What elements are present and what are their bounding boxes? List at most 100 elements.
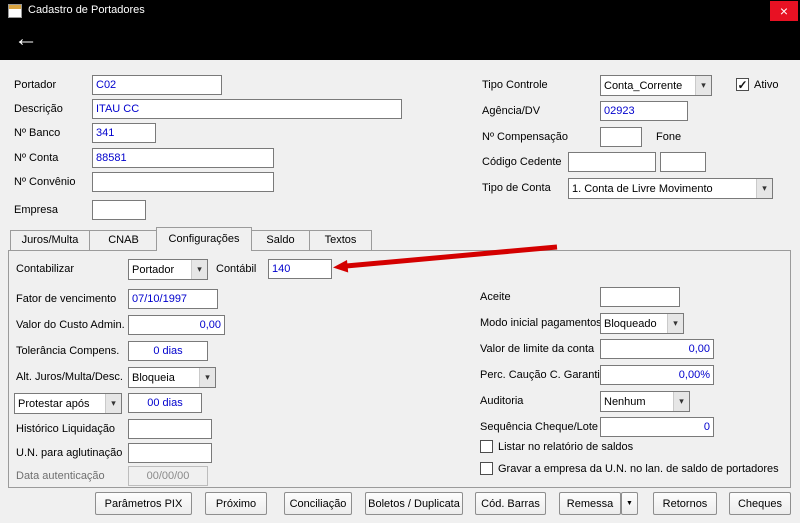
parametros-pix-button[interactable]: Parâmetros PIX — [95, 492, 192, 515]
descricao-input[interactable] — [92, 99, 402, 119]
historico-label: Histórico Liquidação — [16, 423, 116, 435]
retornos-button[interactable]: Retornos — [653, 492, 717, 515]
ativo-checkbox[interactable]: ✓ Ativo — [736, 78, 778, 91]
tipo-conta-select[interactable]: 1. Conta de Livre Movimento ▾ — [568, 178, 773, 199]
agencia-input[interactable] — [600, 101, 688, 121]
fone-input[interactable] — [660, 152, 706, 172]
modo-pagamentos-value: Bloqueado — [604, 317, 657, 330]
titlebar: Cadastro de Portadores × — [0, 0, 800, 22]
custo-admin-label: Valor do Custo Admin. — [16, 319, 125, 331]
fone-label: Fone — [656, 131, 682, 143]
protestar-dias-input[interactable] — [128, 393, 202, 413]
portador-label: Portador — [14, 79, 57, 91]
ativo-label: Ativo — [754, 78, 779, 91]
boletos-duplicata-button[interactable]: Boletos / Duplicata — [365, 492, 463, 515]
descricao-label: Descrição — [14, 103, 63, 115]
chevron-down-icon: ▾ — [105, 394, 121, 413]
remessa-button[interactable]: Remessa — [559, 492, 621, 515]
tab-configuracoes[interactable]: Configurações — [156, 227, 252, 251]
navbar: ← — [0, 22, 800, 60]
custo-admin-input[interactable] — [128, 315, 225, 335]
aceite-input[interactable] — [600, 287, 680, 307]
data-autenticacao-label: Data autenticação — [16, 470, 105, 482]
alt-juros-label: Alt. Juros/Multa/Desc. — [16, 371, 123, 383]
cedente-label: Código Cedente — [482, 156, 562, 168]
limite-conta-label: Valor de limite da conta — [480, 343, 595, 355]
tab-cnab[interactable]: CNAB — [89, 230, 158, 250]
gravar-empresa-checkbox[interactable]: Gravar a empresa da U.N. no lan. de sald… — [480, 462, 779, 475]
chevron-down-icon: ▾ — [695, 76, 711, 95]
agencia-label: Agência/DV — [482, 105, 541, 117]
tipo-conta-value: 1. Conta de Livre Movimento — [572, 182, 713, 195]
tab-textos[interactable]: Textos — [309, 230, 372, 250]
un-aglutinacao-input[interactable] — [128, 443, 212, 463]
sequencia-input[interactable] — [600, 417, 714, 437]
convenio-input[interactable] — [92, 172, 274, 192]
tolerancia-input[interactable] — [128, 341, 208, 361]
contabilizar-select[interactable]: Portador ▾ — [128, 259, 208, 280]
auditoria-value: Nenhum — [604, 395, 646, 408]
chevron-down-icon: ▾ — [199, 368, 215, 387]
chevron-down-icon: ▾ — [673, 392, 689, 411]
chevron-down-icon: ▾ — [667, 314, 683, 333]
checkbox-unchecked-icon — [480, 462, 493, 475]
back-button[interactable]: ← — [14, 25, 38, 53]
banco-label: Nº Banco — [14, 127, 61, 139]
historico-input[interactable] — [128, 419, 212, 439]
modo-pagamentos-select[interactable]: Bloqueado ▾ — [600, 313, 684, 334]
listar-saldos-checkbox[interactable]: Listar no relatório de saldos — [480, 440, 633, 453]
fator-vencimento-input[interactable] — [128, 289, 218, 309]
chevron-down-icon: ▾ — [756, 179, 772, 198]
empresa-input[interactable] — [92, 200, 146, 220]
checkbox-checked-icon: ✓ — [736, 77, 749, 92]
fator-vencimento-label: Fator de vencimento — [16, 293, 117, 305]
listar-saldos-label: Listar no relatório de saldos — [498, 440, 634, 453]
protestar-select[interactable]: Protestar após ▾ — [14, 393, 122, 414]
gravar-empresa-label: Gravar a empresa da U.N. no lan. de sald… — [498, 462, 779, 475]
compensacao-input[interactable] — [600, 127, 642, 147]
cod-barras-button[interactable]: Cód. Barras — [475, 492, 546, 515]
conciliacao-button[interactable]: Conciliação — [284, 492, 352, 515]
caucao-input[interactable] — [600, 365, 714, 385]
dropdown-arrow-icon: ▼ — [626, 500, 633, 507]
tipo-controle-value: Conta_Corrente — [604, 79, 683, 92]
tipo-controle-select[interactable]: Conta_Corrente ▾ — [600, 75, 712, 96]
tipo-conta-label: Tipo de Conta — [482, 182, 551, 194]
alt-juros-value: Bloqueia — [132, 371, 175, 384]
close-button[interactable]: × — [770, 1, 798, 21]
tipo-controle-label: Tipo Controle — [482, 79, 548, 91]
window-title: Cadastro de Portadores — [28, 4, 145, 16]
un-aglutinacao-label: U.N. para aglutinação — [16, 447, 123, 459]
window: Cadastro de Portadores × ← Portador Desc… — [0, 0, 800, 523]
alt-juros-select[interactable]: Bloqueia ▾ — [128, 367, 216, 388]
caucao-label: Perc. Caução C. Garantida — [480, 369, 613, 381]
chevron-down-icon: ▾ — [191, 260, 207, 279]
data-autenticacao-input — [128, 466, 208, 486]
empresa-label: Empresa — [14, 204, 59, 216]
contabilizar-label: Contabilizar — [16, 263, 75, 275]
contabil-label: Contábil — [216, 263, 257, 275]
convenio-label: Nº Convênio — [14, 176, 76, 188]
contabil-input[interactable] — [268, 259, 332, 279]
conta-input[interactable] — [92, 148, 274, 168]
checkbox-unchecked-icon — [480, 440, 493, 453]
limite-conta-input[interactable] — [600, 339, 714, 359]
portador-input[interactable] — [92, 75, 222, 95]
app-icon — [8, 4, 22, 18]
auditoria-label: Auditoria — [480, 395, 524, 407]
protestar-value: Protestar após — [18, 397, 90, 410]
cedente-input[interactable] — [568, 152, 656, 172]
proximo-button[interactable]: Próximo — [205, 492, 267, 515]
close-icon: × — [779, 3, 789, 19]
aceite-label: Aceite — [480, 291, 511, 303]
conta-label: Nº Conta — [14, 152, 59, 164]
auditoria-select[interactable]: Nenhum ▾ — [600, 391, 690, 412]
tab-saldo[interactable]: Saldo — [251, 230, 310, 250]
tab-juros-multa[interactable]: Juros/Multa — [10, 230, 90, 250]
banco-input[interactable] — [92, 123, 156, 143]
remessa-dropdown-button[interactable]: ▼ — [621, 492, 638, 515]
cheques-button[interactable]: Cheques — [729, 492, 791, 515]
modo-pagamentos-label: Modo inicial pagamentos — [480, 317, 602, 329]
back-arrow-icon: ← — [14, 25, 38, 52]
compensacao-label: Nº Compensação — [482, 131, 568, 143]
